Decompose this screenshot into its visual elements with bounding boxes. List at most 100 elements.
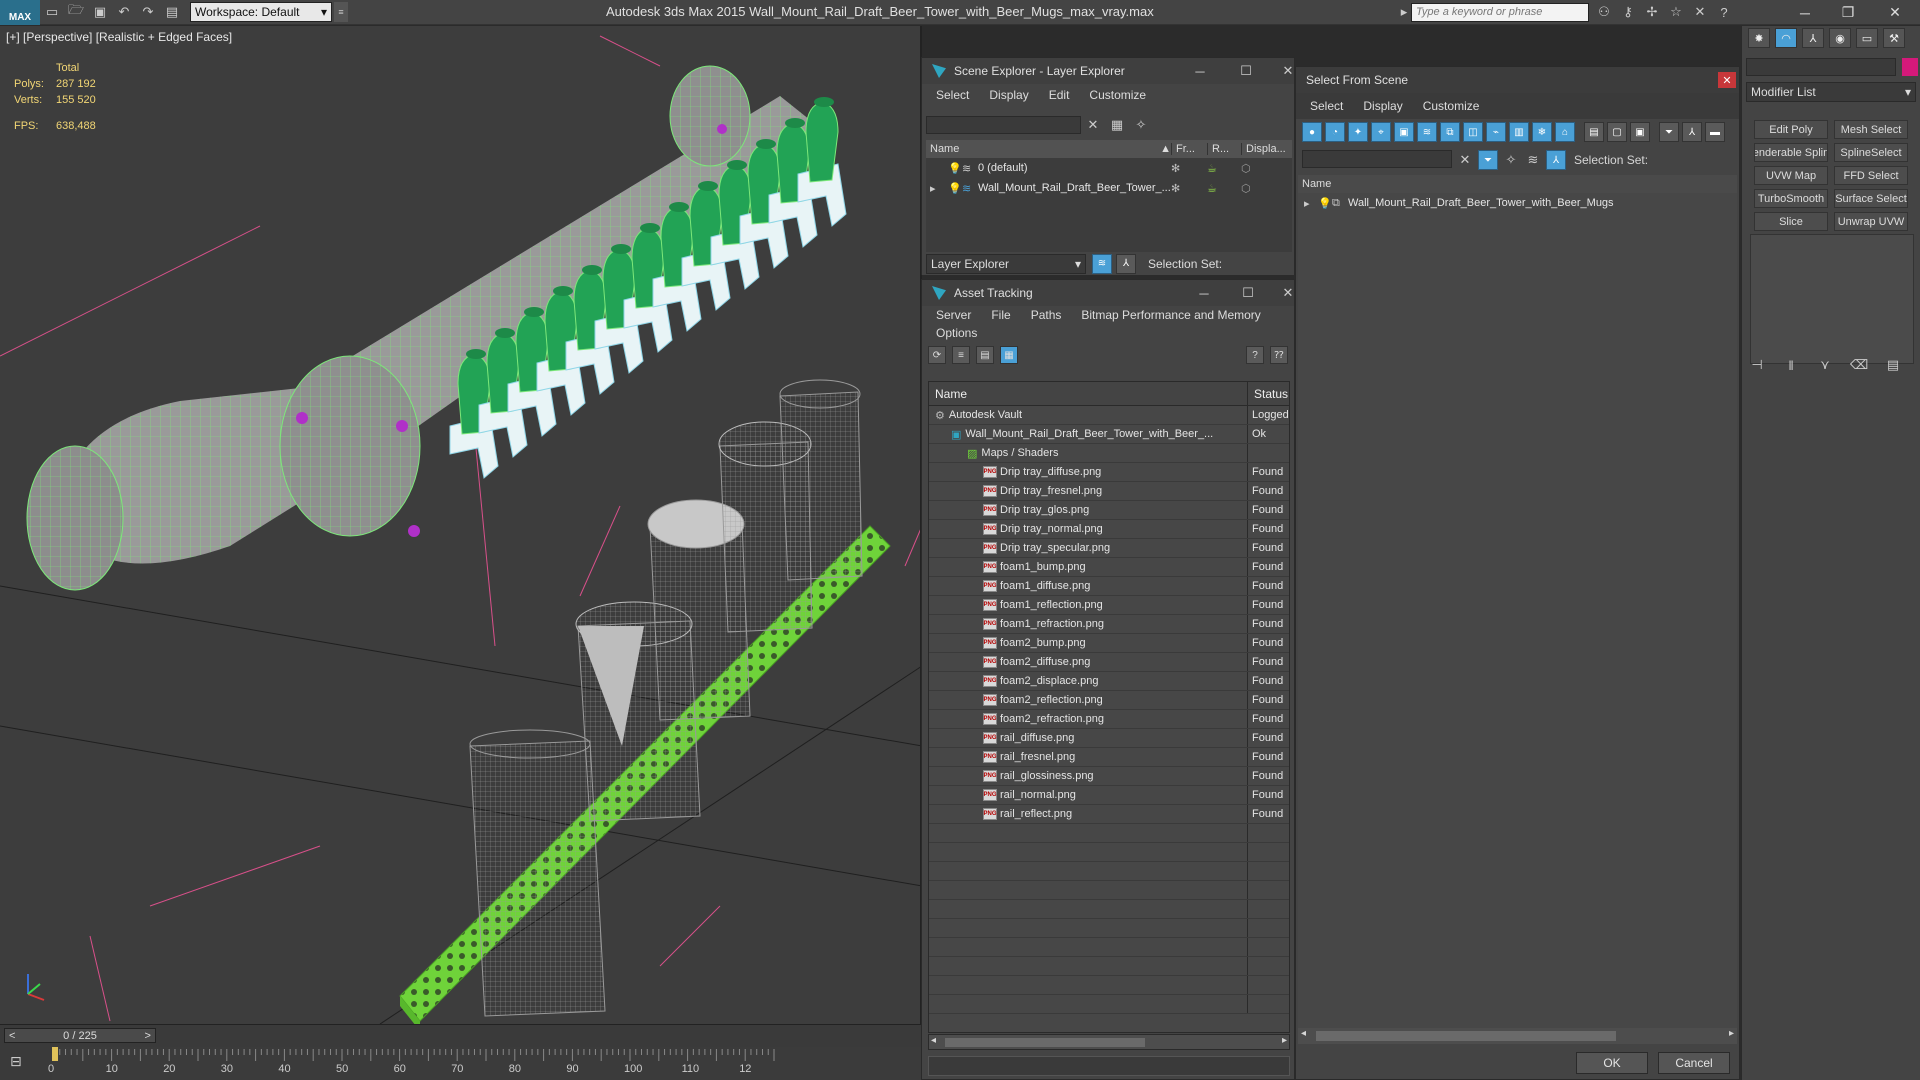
context-help-icon[interactable]: ⁇ — [1270, 346, 1288, 364]
menu-server[interactable]: Server — [926, 308, 981, 322]
clear-search-icon[interactable]: ✕ — [1456, 151, 1474, 169]
menu-select[interactable]: Select — [1300, 99, 1353, 113]
asset-row[interactable]: PNG Drip tray_specular.png Found — [929, 539, 1289, 558]
cancel-button[interactable]: Cancel — [1658, 1052, 1730, 1074]
filter-hidden-icon[interactable]: ⌂ — [1555, 122, 1575, 142]
display-icon[interactable]: ⬡ — [1241, 162, 1251, 175]
expand-icon[interactable]: ▸ — [926, 182, 938, 195]
asset-row[interactable]: ▨ Maps / Shaders — [929, 444, 1289, 463]
asset-row[interactable]: PNG foam1_bump.png Found — [929, 558, 1289, 577]
filter-containers-icon[interactable]: ▥ — [1509, 122, 1529, 142]
perspective-viewport[interactable]: [+] [Perspective] [Realistic + Edged Fac… — [0, 26, 922, 1024]
layer-row-default[interactable]: 💡 ≋ 0 (default) ✻ ☕ ⬡ — [926, 158, 1292, 178]
timeline-track[interactable]: 0 10 20 30 40 50 60 70 80 90 100 110 12 — [48, 1047, 922, 1080]
menu-options[interactable]: Options — [926, 326, 987, 340]
menu-customize[interactable]: Customize — [1079, 88, 1156, 102]
modify-tab-icon[interactable]: ◠ — [1775, 28, 1797, 48]
modifier-button[interactable]: Slice — [1754, 212, 1828, 231]
minimize-icon[interactable]: ─ — [1184, 280, 1224, 306]
help-icon[interactable]: ? — [1713, 2, 1735, 22]
filter-groups-icon[interactable]: ⧉ — [1440, 122, 1460, 142]
x-icon[interactable]: ✕ — [1689, 2, 1711, 22]
app-logo[interactable]: MAX — [0, 0, 40, 25]
scene-explorer-search-input[interactable] — [926, 116, 1081, 134]
star-icon[interactable]: ☆ — [1665, 2, 1687, 22]
project-icon[interactable]: ▤ — [161, 2, 183, 22]
asset-row[interactable]: PNG foam2_refraction.png Found — [929, 710, 1289, 729]
filter-geometry-icon[interactable]: ● — [1302, 122, 1322, 142]
detail-view-icon[interactable]: ▤ — [976, 346, 994, 364]
workspace-menu-icon[interactable]: ≡ — [334, 2, 348, 22]
asset-row[interactable]: PNG foam1_reflection.png Found — [929, 596, 1289, 615]
binoculars-icon[interactable]: ⚇ — [1593, 2, 1615, 22]
column-display[interactable]: Displa... — [1241, 143, 1292, 155]
render-teapot-icon[interactable]: ☕ — [1207, 182, 1241, 195]
hierarchy-icon[interactable]: ⅄ — [1546, 150, 1566, 170]
help-icon[interactable]: ? — [1246, 346, 1264, 364]
time-slider[interactable]: < 0 / 225 > — [4, 1028, 156, 1043]
filter-helpers-icon[interactable]: ▣ — [1394, 122, 1414, 142]
column-render[interactable]: R... — [1207, 143, 1241, 155]
layers-icon[interactable]: ≋ — [1524, 151, 1542, 169]
asset-row[interactable]: PNG Drip tray_glos.png Found — [929, 501, 1289, 520]
modifier-button[interactable]: FFD Select — [1834, 166, 1908, 185]
asset-row[interactable]: PNG foam1_diffuse.png Found — [929, 577, 1289, 596]
modifier-button[interactable]: TurboSmooth — [1754, 189, 1828, 208]
next-frame-icon[interactable]: > — [145, 1030, 151, 1042]
key-filter-icon[interactable]: ⊟ — [10, 1053, 34, 1073]
asset-row[interactable]: PNG rail_glossiness.png Found — [929, 767, 1289, 786]
utilities-tab-icon[interactable]: ⚒ — [1883, 28, 1905, 48]
scrollbar-thumb[interactable] — [945, 1038, 1145, 1047]
configure-sets-icon[interactable]: ▤ — [1884, 356, 1902, 374]
object-name-field[interactable] — [1746, 58, 1896, 76]
scroll-right-icon[interactable]: ▸ — [1729, 1028, 1734, 1039]
asset-row[interactable]: PNG rail_normal.png Found — [929, 786, 1289, 805]
object-row[interactable]: ▸ 💡 ⧉ Wall_Mount_Rail_Draft_Beer_Tower_w… — [1298, 193, 1737, 213]
lightbulb-icon[interactable]: 💡 — [948, 182, 962, 195]
filter-frozen-icon[interactable]: ❄ — [1532, 122, 1552, 142]
modifier-button[interactable]: Edit Poly — [1754, 120, 1828, 139]
column-name[interactable]: Name — [929, 382, 1248, 405]
asset-row[interactable]: PNG Drip tray_diffuse.png Found — [929, 463, 1289, 482]
viewport-label[interactable]: [+] [Perspective] [Realistic + Edged Fac… — [6, 30, 232, 44]
asset-row[interactable]: PNG rail_diffuse.png Found — [929, 729, 1289, 748]
menu-paths[interactable]: Paths — [1021, 308, 1072, 322]
funnel-icon[interactable]: ⏷ — [1659, 122, 1679, 142]
filter-cameras-icon[interactable]: ⌖ — [1371, 122, 1391, 142]
filter-shapes-icon[interactable]: ◔ — [1325, 122, 1345, 142]
menu-display[interactable]: Display — [979, 88, 1038, 102]
select-filter-icon[interactable]: ⏷ — [1478, 150, 1498, 170]
freeze-icon[interactable]: ✻ — [1171, 162, 1207, 175]
create-tab-icon[interactable]: ✸ — [1748, 28, 1770, 48]
asset-row[interactable]: ▣ Wall_Mount_Rail_Draft_Beer_Tower_with_B… — [929, 425, 1289, 444]
hierarchy-sort-icon[interactable]: ⅄ — [1682, 122, 1702, 142]
workspace-dropdown[interactable]: Workspace: Default ▾ — [190, 2, 332, 22]
restore-icon[interactable]: ❐ — [1828, 0, 1868, 25]
modifier-button[interactable]: Unwrap UVW — [1834, 212, 1908, 231]
open-file-icon[interactable]: 🗁 — [65, 2, 87, 22]
maximize-icon[interactable]: ☐ — [1226, 58, 1266, 84]
modifier-button[interactable]: Surface Select — [1834, 189, 1908, 208]
filter-spacewarps-icon[interactable]: ≋ — [1417, 122, 1437, 142]
menu-customize[interactable]: Customize — [1413, 99, 1490, 113]
asset-path-field[interactable] — [928, 1056, 1290, 1076]
modifier-stack[interactable] — [1750, 234, 1914, 364]
asset-row[interactable]: PNG foam2_reflection.png Found — [929, 691, 1289, 710]
hierarchy-icon[interactable]: ⅄ — [1116, 253, 1136, 274]
menu-edit[interactable]: Edit — [1039, 88, 1080, 102]
asset-row[interactable]: PNG foam2_bump.png Found — [929, 634, 1289, 653]
undo-icon[interactable]: ↶ — [113, 2, 135, 22]
menu-select[interactable]: Select — [926, 88, 979, 102]
make-unique-icon[interactable]: ⋎ — [1816, 356, 1834, 374]
column-name[interactable]: Name ▲ — [926, 143, 1171, 155]
new-file-icon[interactable]: ▭ — [41, 2, 63, 22]
filter-xrefs-icon[interactable]: ◫ — [1463, 122, 1483, 142]
layers-icon[interactable]: ≋ — [1092, 253, 1112, 274]
modifier-button[interactable]: enderable Splin — [1754, 143, 1828, 162]
minimize-icon[interactable]: ─ — [1785, 0, 1825, 25]
ok-button[interactable]: OK — [1576, 1052, 1648, 1074]
table-view-icon[interactable]: ▦ — [1000, 346, 1018, 364]
asset-row[interactable]: PNG rail_fresnel.png Found — [929, 748, 1289, 767]
render-teapot-icon[interactable]: ☕ — [1207, 162, 1241, 175]
scroll-left-icon[interactable]: ◂ — [931, 1035, 936, 1046]
